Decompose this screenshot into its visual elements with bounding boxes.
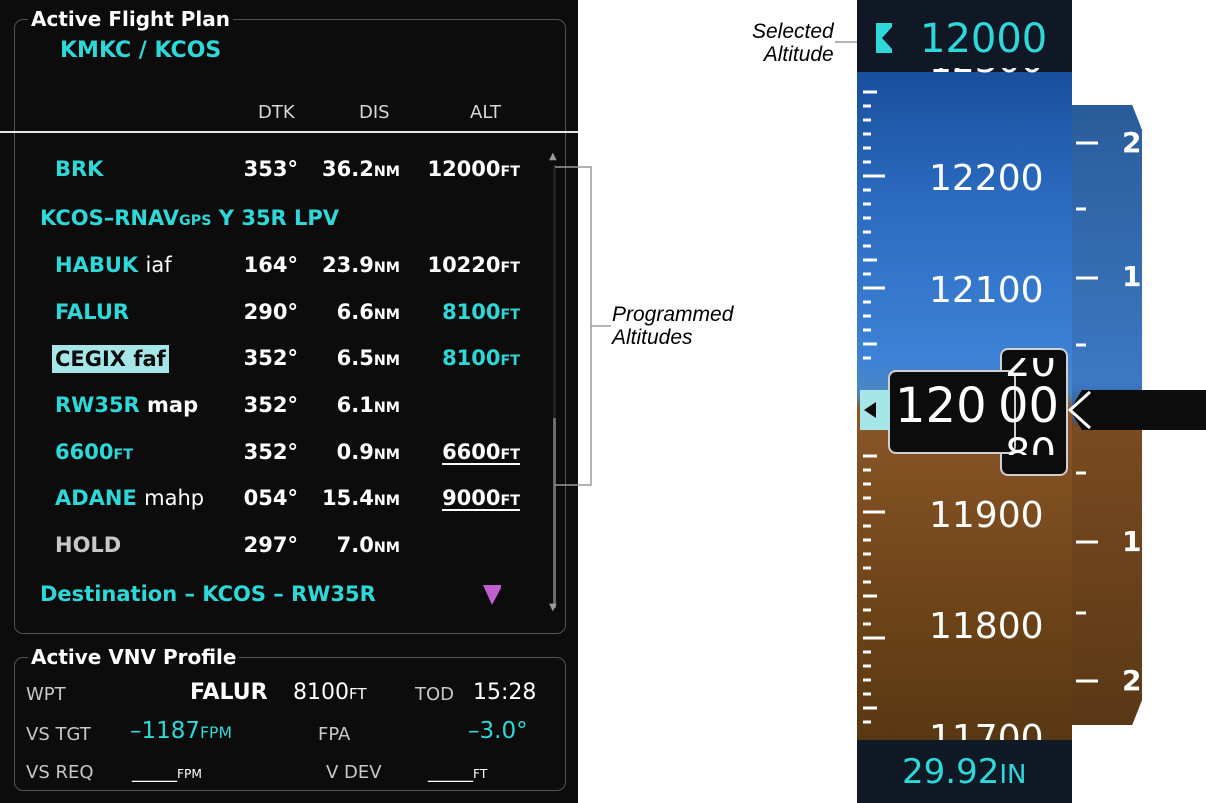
- waypoint-dis: 15.4NM: [322, 486, 400, 510]
- vnv-vs-req-value: _____FPM: [132, 762, 202, 783]
- flight-plan-route[interactable]: KMKC / KCOS: [60, 38, 221, 63]
- waypoint-dis: 7.0NM: [336, 533, 400, 557]
- altitude-tape-label: 12100: [929, 270, 1044, 311]
- vnv-vdev-value: _____FT: [428, 762, 488, 783]
- vnv-wpt-value: FALUR: [190, 680, 268, 705]
- waypoint-dis: 6.1NM: [336, 393, 400, 417]
- waypoint-dtk: 290°: [243, 300, 298, 324]
- selected-altitude-value: 12000: [920, 16, 1048, 62]
- waypoint-dtk: 164°: [243, 253, 298, 277]
- column-header-alt: ALT: [470, 102, 501, 123]
- waypoint-name: ADANE mahp: [55, 486, 205, 510]
- current-altitude-tens: 00: [998, 378, 1060, 434]
- waypoint-name: 6600FT: [55, 440, 133, 464]
- flight-plan-row[interactable]: BRK 353° 36.2NM 12000FT: [0, 157, 550, 193]
- waypoint-dis: 6.6NM: [336, 300, 400, 324]
- waypoint-name: HOLD: [55, 533, 122, 557]
- top-of-descent-icon: [483, 585, 501, 605]
- vnv-title: Active VNV Profile: [28, 646, 240, 668]
- altitude-tape-label: 11900: [929, 495, 1044, 536]
- waypoint-dtk: 297°: [243, 533, 298, 557]
- current-altitude-hundreds: 120: [895, 378, 987, 434]
- vnv-vdev-label: V DEV: [326, 762, 382, 783]
- selected-altitude-annotation: Selected Altitude: [752, 20, 834, 66]
- flight-plan-row[interactable]: 6600FT 352° 0.9NM 6600FT: [0, 440, 550, 476]
- waypoint-name: RW35R map: [55, 393, 199, 417]
- waypoint-alt[interactable]: 8100FT: [442, 346, 520, 370]
- destination-label: Destination – KCOS – RW35R: [40, 582, 376, 606]
- vnv-wpt-label: WPT: [26, 684, 66, 705]
- vnv-vs-req-label: VS REQ: [26, 762, 94, 783]
- waypoint-dis: 36.2NM: [322, 157, 400, 181]
- vsi-label: 2: [1122, 664, 1142, 697]
- waypoint-dtk: 352°: [243, 440, 298, 464]
- flight-plan-row[interactable]: FALUR 290° 6.6NM 8100FT: [0, 300, 550, 336]
- altitude-bug-icon: [876, 23, 892, 53]
- vnv-vs-tgt-label: VS TGT: [26, 724, 91, 745]
- flight-plan-panel: Active Flight Plan KMKC / KCOS DTK DIS A…: [0, 0, 578, 803]
- altitude-tape-label: 12200: [929, 158, 1044, 199]
- vsi-label: 1: [1122, 525, 1142, 558]
- vsi-label: 2: [1122, 126, 1142, 159]
- current-altitude-pointer: [1067, 390, 1206, 430]
- waypoint-dis: 0.9NM: [336, 440, 400, 464]
- baro-setting-value: 29.92IN: [902, 752, 1027, 792]
- flight-plan-title: Active Flight Plan: [28, 8, 234, 30]
- waypoint-dtk: 353°: [243, 157, 298, 181]
- waypoint-dtk: 352°: [243, 393, 298, 417]
- flight-plan-row[interactable]: ADANE mahp 054° 15.4NM 9000FT: [0, 486, 550, 522]
- waypoint-alt[interactable]: 9000FT: [442, 486, 520, 510]
- vnv-tod-label: TOD: [415, 684, 455, 705]
- vnv-fpa-value: –3.0°: [468, 718, 528, 744]
- procedure-row[interactable]: KCOS–RNAVGPS Y 35R LPV: [0, 206, 550, 242]
- waypoint-dtk: 352°: [243, 346, 298, 370]
- waypoint-alt[interactable]: 12000FT: [427, 157, 520, 181]
- altitude-bug-marker: [860, 390, 890, 430]
- vnv-tod-value: 15:28: [473, 680, 537, 705]
- waypoint-name: BRK: [55, 157, 104, 181]
- waypoint-name: FALUR: [55, 300, 130, 324]
- waypoint-dis: 6.5NM: [336, 346, 400, 370]
- header-divider: [0, 131, 578, 133]
- flight-plan-row-selected[interactable]: CEGIX faf 352° 6.5NM 8100FT: [0, 345, 550, 382]
- scroll-down-arrow[interactable]: ▼: [549, 602, 557, 613]
- programmed-altitudes-annotation: Programmed Altitudes: [612, 303, 734, 349]
- waypoint-dis: 23.9NM: [322, 253, 400, 277]
- destination-row[interactable]: Destination – KCOS – RW35R: [0, 582, 550, 618]
- vnv-vs-tgt-value: –1187FPM: [130, 718, 232, 744]
- vnv-wpt-alt: 8100FT: [293, 680, 367, 705]
- waypoint-name: CEGIX faf: [52, 345, 169, 373]
- waypoint-name: HABUK iaf: [55, 253, 172, 277]
- vsi-label: 1: [1122, 260, 1142, 293]
- procedure-name: KCOS–RNAVGPS Y 35R LPV: [40, 206, 340, 230]
- altitude-tape-label: 11800: [929, 606, 1044, 647]
- column-header-dis: DIS: [359, 102, 390, 123]
- flight-plan-row[interactable]: HOLD 297° 7.0NM: [0, 533, 550, 569]
- flight-plan-row[interactable]: HABUK iaf 164° 23.9NM 10220FT: [0, 253, 550, 289]
- vnv-fpa-label: FPA: [318, 724, 351, 745]
- waypoint-alt[interactable]: 10220FT: [427, 253, 520, 277]
- column-header-dtk: DTK: [258, 102, 295, 123]
- waypoint-alt[interactable]: 6600FT: [442, 440, 520, 464]
- waypoint-alt[interactable]: 8100FT: [442, 300, 520, 324]
- waypoint-dtk: 054°: [243, 486, 298, 510]
- flight-plan-row[interactable]: RW35R map 352° 6.1NM: [0, 393, 550, 429]
